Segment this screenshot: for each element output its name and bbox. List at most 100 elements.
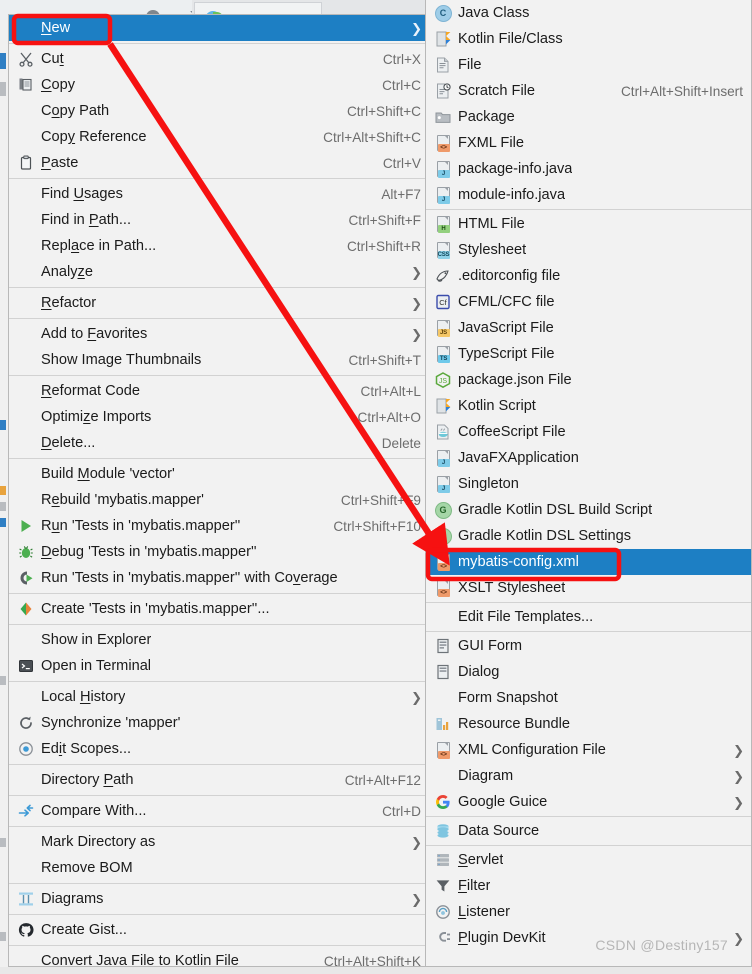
new-submenu-item-cfml-cfc-file[interactable]: Cf CFML/CFC file [426, 289, 751, 315]
menu-item-label: Remove BOM [41, 860, 133, 876]
context-menu-item-copy[interactable]: Copy Ctrl+C [9, 72, 429, 98]
new-submenu-item-module-info-java[interactable]: Jmodule-info.java [426, 182, 751, 208]
menu-item-label: Local History [41, 689, 126, 705]
new-submenu-item-gui-form[interactable]: GUI Form [426, 633, 751, 659]
menu-separator [9, 287, 429, 288]
context-menu-item-diagrams[interactable]: Diagrams ❯ [9, 886, 429, 912]
new-submenu-item-editorconfig-file[interactable]: .editorconfig file [426, 263, 751, 289]
menu-separator [9, 624, 429, 625]
menu-item-label: Singleton [458, 476, 519, 492]
context-menu-item-paste[interactable]: Paste Ctrl+V [9, 150, 429, 176]
menu-item-label: Resource Bundle [458, 716, 570, 732]
menu-item-label: Find in Path... [41, 212, 132, 228]
strip-mark-3 [0, 420, 6, 430]
menu-item-label: CFML/CFC file [458, 294, 555, 310]
new-submenu-item-typescript-file[interactable]: TS TypeScript File [426, 341, 751, 367]
menu-item-label: Listener [458, 904, 510, 920]
chevron-right-icon: ❯ [733, 794, 744, 810]
context-menu-item-copy-reference[interactable]: Copy Reference Ctrl+Alt+Shift+C [9, 124, 429, 150]
new-submenu-item-kotlin-file-class[interactable]: Kotlin File/Class [426, 26, 751, 52]
new-submenu-item-listener[interactable]: Listener [426, 899, 751, 925]
context-menu-item-local-history[interactable]: Local History ❯ [9, 684, 429, 710]
context-menu-item-remove-bom[interactable]: Remove BOM [9, 855, 429, 881]
context-menu-item-delete[interactable]: Delete... Delete [9, 430, 429, 456]
new-submenu-item-scratch-file[interactable]: Scratch File Ctrl+Alt+Shift+Insert [426, 78, 751, 104]
new-submenu-item-data-source[interactable]: Data Source [426, 818, 751, 844]
new-submenu-item-google-guice[interactable]: Google Guice ❯ [426, 789, 751, 815]
context-menu-item-reformat-code[interactable]: Reformat Code Ctrl+Alt+L [9, 378, 429, 404]
context-menu-item-copy-path[interactable]: Copy Path Ctrl+Shift+C [9, 98, 429, 124]
context-menu-item-run-tests-in-mybatis-mapper-with-coverage[interactable]: Run 'Tests in 'mybatis.mapper'' with Cov… [9, 565, 429, 591]
context-menu-item-debug-tests-in-mybatis-mapper[interactable]: Debug 'Tests in 'mybatis.mapper'' [9, 539, 429, 565]
context-menu-item-rebuild-mybatis-mapper[interactable]: Rebuild 'mybatis.mapper' Ctrl+Shift+F9 [9, 487, 429, 513]
no-icon [428, 608, 458, 626]
new-submenu-item-resource-bundle[interactable]: Resource Bundle [426, 711, 751, 737]
context-menu-item-new[interactable]: New ❯ [9, 15, 429, 41]
new-submenu-item-javafxapplication[interactable]: J JavaFXApplication [426, 445, 751, 471]
context-menu-item-build-module-vector[interactable]: Build Module 'vector' [9, 461, 429, 487]
menu-item-label: XML Configuration File [458, 742, 606, 758]
debug-icon [11, 543, 41, 561]
new-submenu-item-fxml-file[interactable]: <> FXML File [426, 130, 751, 156]
context-menu-item-mark-directory-as[interactable]: Mark Directory as ❯ [9, 829, 429, 855]
menu-item-label: Dialog [458, 664, 500, 680]
context-menu-item-open-in-terminal[interactable]: Open in Terminal [9, 653, 429, 679]
no-icon [428, 689, 458, 707]
context-menu-item-refactor[interactable]: Refactor ❯ [9, 290, 429, 316]
no-icon [11, 294, 41, 312]
context-menu-item-create-gist[interactable]: Create Gist... [9, 917, 429, 943]
menu-item-label: Add to Favorites [41, 326, 148, 342]
context-menu-item-find-in-path[interactable]: Find in Path... Ctrl+Shift+F [9, 207, 429, 233]
menu-item-label: Run 'Tests in 'mybatis.mapper'' [41, 518, 241, 534]
context-menu-item-add-to-favorites[interactable]: Add to Favorites ❯ [9, 321, 429, 347]
context-menu-item-convert-java-file-to-kotlin-file[interactable]: Convert Java File to Kotlin File Ctrl+Alt… [9, 948, 429, 974]
new-submenu-item-singleton[interactable]: J Singleton [426, 471, 751, 497]
menu-item-accelerator: Ctrl+Alt+Shift+Insert [620, 83, 743, 99]
menu-item-label: Refactor [41, 295, 97, 311]
context-menu-item-analyze[interactable]: Analyze ❯ [9, 259, 429, 285]
menu-item-label: JavaScript File [458, 320, 554, 336]
new-submenu-item-dialog[interactable]: Dialog [426, 659, 751, 685]
new-submenu-item-file[interactable]: File [426, 52, 751, 78]
menu-item-label: Servlet [458, 852, 504, 868]
menu-item-label: Create 'Tests in 'mybatis.mapper''... [41, 601, 270, 617]
new-submenu-item-html-file[interactable]: H HTML File [426, 211, 751, 237]
new-submenu-item-servlet[interactable]: Servlet [426, 847, 751, 873]
strip-mark-5 [0, 502, 6, 511]
new-submenu-item-coffeescript-file[interactable]: CoffeeScript File [426, 419, 751, 445]
context-menu-item-create-tests-in-mybatis-mapper[interactable]: Create 'Tests in 'mybatis.mapper''... [9, 596, 429, 622]
new-submenu-item-form-snapshot[interactable]: Form Snapshot [426, 685, 751, 711]
context-menu-item-cut[interactable]: Cut Ctrl+X [9, 46, 429, 72]
context-menu-item-compare-with[interactable]: Compare With... Ctrl+D [9, 798, 429, 824]
context-menu-item-edit-scopes[interactable]: Edit Scopes... [9, 736, 429, 762]
context-menu-item-find-usages[interactable]: Find Usages Alt+F7 [9, 181, 429, 207]
java-class-icon: C [428, 4, 458, 22]
new-submenu-item-package[interactable]: Package [426, 104, 751, 130]
new-submenu-item-xml-configuration-file[interactable]: <> XML Configuration File ❯ [426, 737, 751, 763]
new-submenu-item-gradle-kotlin-dsl-build-script[interactable]: G Gradle Kotlin DSL Build Script [426, 497, 751, 523]
context-menu-item-show-image-thumbnails[interactable]: Show Image Thumbnails Ctrl+Shift+T [9, 347, 429, 373]
new-submenu-item-edit-file-templates[interactable]: Edit File Templates... [426, 604, 751, 630]
menu-item-accelerator: Ctrl+Shift+C [346, 103, 421, 119]
context-menu-item-optimize-imports[interactable]: Optimize Imports Ctrl+Alt+O [9, 404, 429, 430]
project-view-context-menu[interactable]: New ❯ Cut Ctrl+X Copy Ctrl+C Copy Path Ctrl+Shi… [8, 14, 430, 969]
new-submenu-item-mybatis-config-xml[interactable]: <> mybatis-config.xml [426, 549, 751, 575]
context-menu-item-run-tests-in-mybatis-mapper[interactable]: Run 'Tests in 'mybatis.mapper'' Ctrl+Shif… [9, 513, 429, 539]
css-file-icon: CSS [428, 241, 458, 259]
new-submenu-item-diagram[interactable]: Diagram ❯ [426, 763, 751, 789]
new-submenu-item-gradle-kotlin-dsl-settings[interactable]: G Gradle Kotlin DSL Settings [426, 523, 751, 549]
new-submenu-item-kotlin-script[interactable]: Kotlin Script [426, 393, 751, 419]
context-menu-item-synchronize-mapper[interactable]: Synchronize 'mapper' [9, 710, 429, 736]
new-submenu-item-xslt-stylesheet[interactable]: <> XSLT Stylesheet [426, 575, 751, 601]
context-menu-item-directory-path[interactable]: Directory Path Ctrl+Alt+F12 [9, 767, 429, 793]
new-submenu-item-package-json-file[interactable]: JS package.json File [426, 367, 751, 393]
new-submenu-item-javascript-file[interactable]: JS JavaScript File [426, 315, 751, 341]
context-menu-item-replace-in-path[interactable]: Replace in Path... Ctrl+Shift+R [9, 233, 429, 259]
new-submenu-item-package-info-java[interactable]: Jpackage-info.java [426, 156, 751, 182]
new-file-submenu[interactable]: C Java Class Kotlin File/Class File Scratch … [425, 0, 752, 967]
new-submenu-item-java-class[interactable]: C Java Class [426, 0, 751, 26]
context-menu-item-show-in-explorer[interactable]: Show in Explorer [9, 627, 429, 653]
menu-item-label: Build Module 'vector' [41, 466, 175, 482]
new-submenu-item-stylesheet[interactable]: CSS Stylesheet [426, 237, 751, 263]
new-submenu-item-filter[interactable]: Filter [426, 873, 751, 899]
